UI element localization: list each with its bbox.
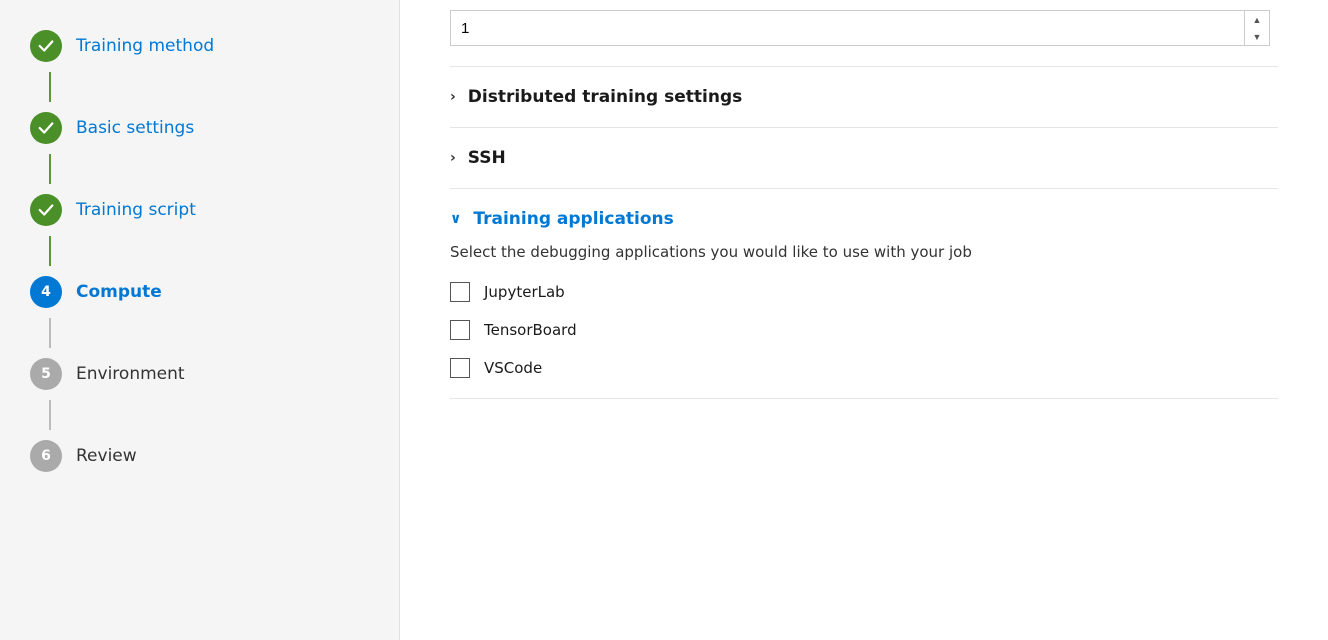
step-label-environment: Environment: [76, 364, 185, 384]
number-input[interactable]: [451, 20, 1244, 37]
step-circle-training-method: [30, 30, 62, 62]
sidebar-item-environment[interactable]: 5 Environment: [30, 348, 369, 400]
connector-line-1: [49, 72, 51, 102]
training-applications-section: ∨ Training applications Select the debug…: [450, 189, 1278, 399]
connector-3: [30, 236, 70, 266]
connector-1: [30, 72, 70, 102]
jupyterlab-label: JupyterLab: [484, 283, 565, 301]
step-label-training-method: Training method: [76, 36, 214, 56]
step-circle-review: 6: [30, 440, 62, 472]
ssh-chevron: ›: [450, 150, 456, 166]
connector-2: [30, 154, 70, 184]
step-circle-compute: 4: [30, 276, 62, 308]
connector-line-2: [49, 154, 51, 184]
training-applications-description: Select the debugging applications you wo…: [450, 241, 1150, 264]
sidebar-item-review[interactable]: 6 Review: [30, 430, 369, 482]
training-applications-chevron: ∨: [450, 211, 461, 227]
sidebar-item-training-script[interactable]: Training script: [30, 184, 369, 236]
step-circle-environment: 5: [30, 358, 62, 390]
step-circle-basic-settings: [30, 112, 62, 144]
number-input-container: ▲ ▼: [450, 10, 1270, 46]
connector-line-5: [49, 400, 51, 430]
step-label-basic-settings: Basic settings: [76, 118, 194, 138]
distributed-training-section: › Distributed training settings: [450, 67, 1278, 128]
spinner-up-button[interactable]: ▲: [1245, 11, 1269, 28]
training-applications-title: Training applications: [473, 209, 673, 229]
connector-line-4: [49, 318, 51, 348]
distributed-training-header[interactable]: › Distributed training settings: [450, 87, 1278, 107]
jupyterlab-checkbox[interactable]: [450, 282, 470, 302]
ssh-header[interactable]: › SSH: [450, 148, 1278, 168]
checkbox-list: JupyterLab TensorBoard VSCode: [450, 282, 1278, 378]
number-input-section: ▲ ▼: [450, 0, 1278, 67]
ssh-title: SSH: [468, 148, 506, 168]
connector-5: [30, 400, 70, 430]
tensorboard-label: TensorBoard: [484, 321, 577, 339]
distributed-training-title: Distributed training settings: [468, 87, 742, 107]
spinner-down-button[interactable]: ▼: [1245, 28, 1269, 45]
main-content: ▲ ▼ › Distributed training settings › SS…: [400, 0, 1328, 640]
connector-line-3: [49, 236, 51, 266]
tensorboard-checkbox-item[interactable]: TensorBoard: [450, 320, 1278, 340]
vscode-label: VSCode: [484, 359, 542, 377]
ssh-section: › SSH: [450, 128, 1278, 189]
step-number-environment: 5: [41, 366, 51, 382]
sidebar-item-training-method[interactable]: Training method: [30, 20, 369, 72]
step-circle-training-script: [30, 194, 62, 226]
connector-4: [30, 318, 70, 348]
step-number-compute: 4: [41, 284, 51, 300]
sidebar-item-compute[interactable]: 4 Compute: [30, 266, 369, 318]
training-applications-header[interactable]: ∨ Training applications: [450, 209, 1278, 229]
step-number-review: 6: [41, 448, 51, 464]
spinner-buttons: ▲ ▼: [1244, 11, 1269, 45]
vscode-checkbox[interactable]: [450, 358, 470, 378]
tensorboard-checkbox[interactable]: [450, 320, 470, 340]
step-label-review: Review: [76, 446, 137, 466]
step-label-compute: Compute: [76, 282, 162, 302]
jupyterlab-checkbox-item[interactable]: JupyterLab: [450, 282, 1278, 302]
vscode-checkbox-item[interactable]: VSCode: [450, 358, 1278, 378]
distributed-training-chevron: ›: [450, 89, 456, 105]
sidebar: Training method Basic settings Training …: [0, 0, 400, 640]
sidebar-item-basic-settings[interactable]: Basic settings: [30, 102, 369, 154]
step-label-training-script: Training script: [76, 200, 196, 220]
